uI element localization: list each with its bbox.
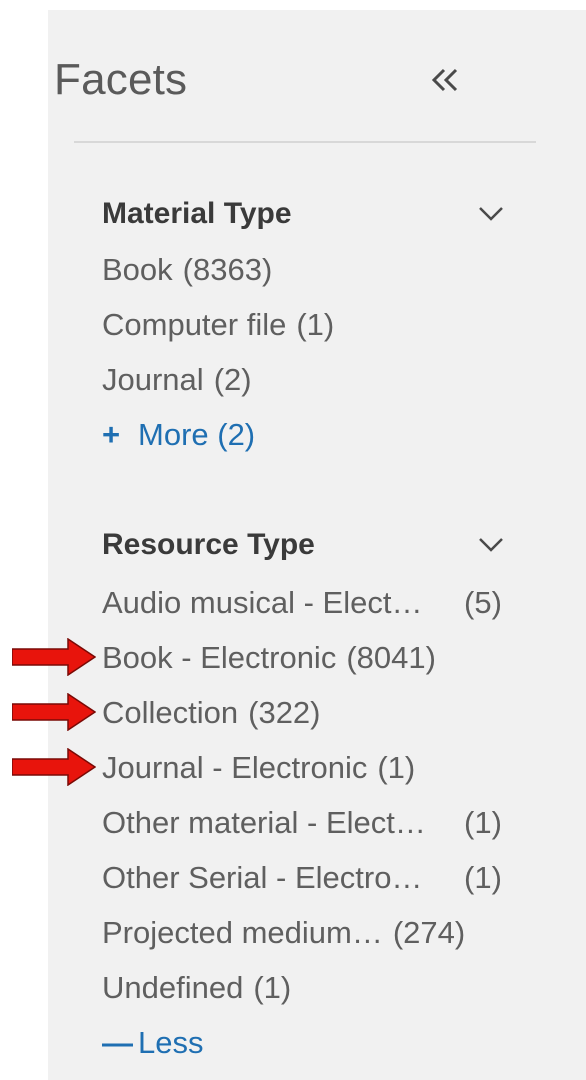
facet-count: (8363) (182, 252, 273, 287)
facet-label: Undefined (102, 970, 244, 1005)
facet-item-book-electronic[interactable]: Book - Electronic (8041) (102, 635, 522, 681)
facet-count: (274) (392, 915, 466, 950)
less-resource-types-link[interactable]: — Less (102, 1020, 203, 1066)
facet-label: Collection (102, 695, 239, 730)
double-chevron-left-icon (431, 68, 458, 92)
red-arrow-icon (12, 748, 96, 786)
facet-item-computer-file[interactable]: Computer file (1) (102, 302, 522, 348)
facet-label: Book (102, 252, 173, 287)
facet-item-collection[interactable]: Collection (322) (102, 690, 522, 736)
material-type-toggle[interactable] (476, 198, 506, 228)
material-type-title: Material Type (102, 197, 292, 230)
facet-item-book[interactable]: Book (8363) (102, 247, 522, 293)
minus-icon: — (102, 1025, 133, 1060)
facet-item-other-material[interactable]: Other material - Elect… (1) (102, 800, 522, 846)
facet-count: (1) (296, 307, 335, 342)
facet-label: Book - Electronic (102, 640, 337, 675)
facet-label: Projected medium… (102, 915, 383, 950)
facet-item-projected-medium[interactable]: Projected medium… (274) (102, 910, 522, 956)
facet-label: Other Serial - Electro… (102, 860, 423, 895)
facet-count: (1) (253, 970, 292, 1005)
facet-item-audio-musical[interactable]: Audio musical - Elect… (5) (102, 580, 522, 626)
resource-type-title: Resource Type (102, 528, 315, 561)
facet-count: (5) (464, 585, 502, 620)
chevron-down-icon (479, 207, 503, 221)
facet-item-undefined[interactable]: Undefined (1) (102, 965, 522, 1011)
facet-label: Journal (102, 362, 204, 397)
facets-title: Facets (54, 55, 188, 104)
facet-item-other-serial[interactable]: Other Serial - Electro… (1) (102, 855, 522, 901)
facet-count: (1) (464, 860, 502, 895)
facet-count: (1) (464, 805, 502, 840)
plus-icon: + (102, 417, 121, 452)
more-label: More (2) (138, 417, 256, 452)
collapse-facets-button[interactable] (426, 56, 466, 104)
red-arrow-icon (12, 693, 96, 731)
header-divider (74, 141, 536, 143)
facet-count: (8041) (346, 640, 436, 675)
facet-label: Journal - Electronic (102, 750, 368, 785)
material-type-section: Material Type Book (8363) Computer file (1… (102, 194, 522, 464)
chevron-down-icon (479, 538, 503, 552)
facet-label: Computer file (102, 307, 287, 342)
facet-label: Audio musical - Elect… (102, 585, 423, 620)
facet-count: (1) (377, 750, 416, 785)
red-arrow-icon (12, 638, 96, 676)
facet-count: (322) (248, 695, 321, 730)
facets-header: Facets (54, 48, 474, 112)
more-material-types-link[interactable]: + More (2) (102, 412, 255, 458)
resource-type-section: Resource Type Audio musical - Elect… (5) … (102, 525, 522, 1070)
facet-label: Other material - Elect… (102, 805, 426, 840)
facet-item-journal[interactable]: Journal (2) (102, 357, 522, 403)
facet-count: (2) (213, 362, 252, 397)
facet-item-journal-electronic[interactable]: Journal - Electronic (1) (102, 745, 522, 791)
resource-type-toggle[interactable] (476, 529, 506, 559)
less-label: Less (138, 1025, 204, 1060)
